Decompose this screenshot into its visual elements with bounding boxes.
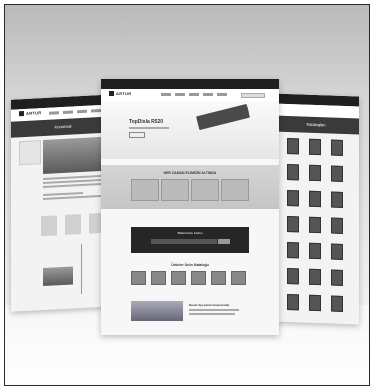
menu-item[interactable]: [203, 93, 213, 96]
feature-icon: [41, 215, 57, 237]
text-line: [43, 182, 103, 188]
search-input[interactable]: [241, 93, 265, 98]
newsletter-title: Bültenimize Katılın: [177, 231, 203, 235]
catalog-tile[interactable]: [309, 164, 321, 182]
timeline-photo: [43, 266, 73, 287]
hero-section: [101, 101, 279, 159]
menu-item[interactable]: [175, 93, 185, 96]
catalog-tile[interactable]: [309, 216, 321, 234]
logo-text: ARTUR: [116, 91, 132, 96]
logo-text: ARTUR: [26, 110, 42, 116]
hero-subtitle-line: [129, 127, 169, 129]
catalog-tile[interactable]: [287, 293, 299, 311]
product-thumb[interactable]: [191, 271, 206, 285]
center-page-mockup: ARTUR TopDisla R520 HER ZAMAN ELİMİZİN A…: [101, 79, 279, 335]
products-title: Ürünler Ürün Kataloğu: [171, 263, 209, 267]
catalog-tile[interactable]: [309, 268, 321, 286]
catalog-tile[interactable]: [287, 215, 299, 233]
left-page-mockup: ARTUR Kurumsal: [11, 94, 115, 312]
menu-item[interactable]: [189, 93, 199, 96]
catalog-tile[interactable]: [287, 241, 299, 259]
text-line: [43, 191, 83, 196]
text-line: [189, 309, 239, 311]
menu-item[interactable]: [49, 111, 59, 115]
product-thumb[interactable]: [211, 271, 226, 285]
product-thumb[interactable]: [151, 271, 166, 285]
text-line: [189, 313, 235, 315]
logo-mark-icon: [19, 111, 24, 117]
news-image[interactable]: [131, 301, 183, 321]
catalog-tile[interactable]: [309, 138, 321, 156]
catalog-tile[interactable]: [309, 190, 321, 208]
logo: ARTUR: [109, 91, 132, 97]
catalog-tile[interactable]: [331, 191, 343, 208]
product-thumb[interactable]: [171, 271, 186, 285]
catalog-tile[interactable]: [287, 137, 299, 155]
menu-item[interactable]: [161, 93, 171, 96]
catalog-tile[interactable]: [331, 139, 343, 156]
catalog-tile[interactable]: [309, 294, 321, 312]
feature-tile[interactable]: [131, 179, 159, 201]
product-thumb[interactable]: [131, 271, 146, 285]
email-input[interactable]: [151, 239, 217, 244]
feature-tile[interactable]: [191, 179, 219, 201]
top-bar: [101, 79, 279, 89]
showcase-frame: ARTUR Kurumsal Katalogları ARTUR TopDisl…: [4, 4, 370, 386]
catalog-tile[interactable]: [287, 267, 299, 285]
catalog-tile[interactable]: [331, 269, 343, 286]
menu-item[interactable]: [63, 110, 73, 114]
catalog-tile[interactable]: [331, 295, 343, 312]
sidebar-menu[interactable]: [19, 140, 41, 166]
section-title: HER ZAMAN ELİMİZİN ALTINDA: [163, 171, 217, 175]
feature-tile[interactable]: [221, 179, 249, 201]
timeline-line: [81, 244, 82, 295]
hero-title: TopDisla R520: [129, 119, 164, 125]
menu-item[interactable]: [91, 109, 101, 113]
feature-icon: [65, 214, 81, 235]
product-thumb[interactable]: [231, 271, 246, 285]
hero-button[interactable]: [129, 132, 145, 138]
catalog-tile[interactable]: [287, 189, 299, 207]
catalog-tile[interactable]: [331, 165, 343, 182]
menu-item[interactable]: [217, 93, 227, 96]
building-photo: [43, 136, 105, 175]
right-page-mockup: Katalogları: [273, 93, 359, 325]
news-title[interactable]: Duvar tipi panel tasarımında: [189, 303, 229, 307]
logo-mark-icon: [109, 91, 114, 97]
catalog-tile[interactable]: [309, 242, 321, 260]
feature-tile[interactable]: [161, 179, 189, 201]
menu-item[interactable]: [77, 109, 87, 114]
subscribe-button[interactable]: [218, 239, 230, 244]
catalog-tile[interactable]: [331, 217, 343, 234]
catalog-tile[interactable]: [331, 243, 343, 260]
text-line: [43, 194, 105, 200]
catalog-tile[interactable]: [287, 163, 299, 181]
